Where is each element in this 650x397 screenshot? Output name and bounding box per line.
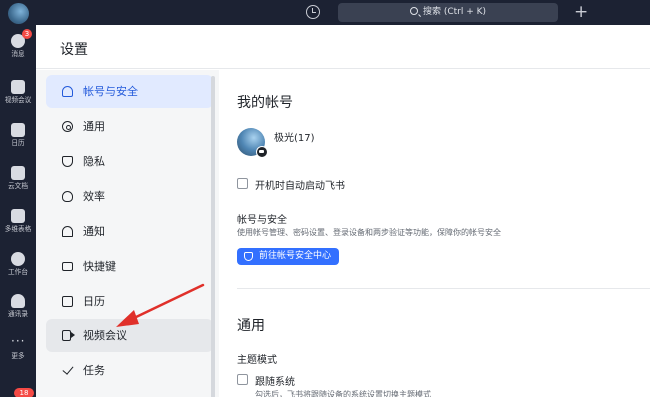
security-center-button[interactable]: 前往帐号安全中心 [237, 248, 340, 265]
sidebar-item-notifications[interactable]: 通知 [46, 215, 213, 248]
security-center-button-label: 前往帐号安全中心 [259, 251, 332, 261]
security-description: 使用帐号管理、密码设置、登录设备和两步验证等功能，保障你的帐号安全 [237, 228, 501, 237]
calendar-icon [11, 123, 25, 137]
settings-sidebar: 帐号与安全 通用 隐私 效率 通知 快捷键 日历 视频会议 任务 [36, 70, 219, 397]
shield-icon [244, 252, 253, 261]
sidebar-item-efficiency[interactable]: 效率 [46, 180, 213, 213]
rail-label: 云文档 [8, 182, 28, 190]
rail-item-base[interactable]: 多维表格 [0, 209, 36, 234]
rail-item-contacts[interactable]: 通讯录 [0, 294, 36, 319]
check-icon [62, 363, 74, 375]
settings-content: 我的帐号 极光(17) 开机时自动启动飞书 帐号与安全 使用帐号管理、密码设置、… [219, 70, 650, 397]
grid-icon [11, 252, 25, 266]
security-title: 帐号与安全 [237, 215, 287, 226]
top-bar: 搜索 (Ctrl + K) + [36, 0, 650, 25]
sidebar-item-privacy[interactable]: 隐私 [46, 145, 213, 178]
rail-label: 通讯录 [8, 310, 28, 318]
divider [237, 288, 650, 289]
rail-label: 更多 [11, 352, 25, 360]
avatar[interactable] [8, 3, 29, 24]
rail-label: 多维表格 [4, 225, 32, 233]
username: 极光(17) [274, 133, 315, 144]
theme-title: 主题模式 [237, 355, 277, 366]
rail-item-docs[interactable]: 云文档 [0, 166, 36, 191]
rail-label: 视频会议 [4, 96, 32, 104]
sidebar-item-label: 通知 [83, 225, 105, 238]
gear-icon [62, 121, 73, 132]
rail-item-messages[interactable]: 3 消息 [0, 29, 36, 59]
sidebar-item-label: 通用 [83, 120, 105, 133]
contacts-icon [11, 294, 25, 308]
sidebar-item-label: 隐私 [83, 155, 105, 168]
sidebar-item-label: 日历 [83, 295, 105, 308]
video-icon [62, 330, 75, 341]
left-rail: 3 消息 视频会议 日历 云文档 多维表格 工作台 通讯录 ··· 更多 18 [0, 0, 36, 397]
rail-item-calendar[interactable]: 日历 [0, 123, 36, 148]
settings-header: 设置 [36, 25, 650, 69]
user-icon [62, 86, 73, 97]
sidebar-item-label: 快捷键 [83, 260, 116, 273]
follow-system-label: 跟随系统 [255, 377, 295, 388]
rail-item-more[interactable]: ··· 更多 [0, 334, 36, 361]
sidebar-item-label: 效率 [83, 190, 105, 203]
table-icon [11, 209, 25, 223]
rail-label: 日历 [11, 139, 25, 147]
follow-system-checkbox[interactable] [237, 374, 248, 385]
sidebar-item-calendar[interactable]: 日历 [46, 285, 213, 318]
autostart-checkbox[interactable] [237, 178, 248, 189]
rail-item-workplace[interactable]: 工作台 [0, 252, 36, 277]
rail-label: 消息 [11, 50, 25, 58]
shield-icon [62, 156, 73, 167]
sidebar-scrollbar[interactable] [211, 76, 215, 397]
section-title-general: 通用 [237, 318, 265, 334]
video-icon [11, 80, 25, 94]
calendar-icon [62, 296, 73, 307]
chat-icon: 3 [11, 29, 32, 48]
camera-icon[interactable] [256, 146, 268, 158]
autostart-label: 开机时自动启动飞书 [255, 181, 345, 192]
more-icon: ··· [11, 334, 26, 348]
keyboard-icon [62, 262, 73, 271]
sidebar-item-label: 任务 [83, 364, 105, 377]
sidebar-item-video-meeting[interactable]: 视频会议 [46, 319, 213, 352]
history-icon[interactable] [306, 5, 320, 19]
search-input[interactable]: 搜索 (Ctrl + K) [338, 3, 558, 22]
follow-system-description: 勾选后，飞书将跟随设备的系统设置切换主题模式 [255, 390, 431, 397]
bulb-icon [62, 191, 73, 202]
doc-icon [11, 166, 25, 180]
bottom-badge: 18 [14, 388, 34, 397]
sidebar-item-label: 视频会议 [83, 329, 127, 342]
sidebar-item-general[interactable]: 通用 [46, 110, 213, 143]
page-title: 设置 [60, 42, 88, 58]
rail-item-video[interactable]: 视频会议 [0, 80, 36, 105]
add-button[interactable]: + [574, 2, 588, 22]
sidebar-item-shortcuts[interactable]: 快捷键 [46, 250, 213, 283]
unread-badge: 3 [22, 29, 32, 39]
sidebar-item-account[interactable]: 帐号与安全 [46, 75, 213, 108]
search-placeholder: 搜索 (Ctrl + K) [422, 7, 487, 17]
sidebar-item-label: 帐号与安全 [83, 85, 138, 98]
bell-icon [62, 226, 73, 237]
section-title-account: 我的帐号 [237, 95, 293, 111]
sidebar-item-tasks[interactable]: 任务 [46, 354, 213, 387]
rail-label: 工作台 [8, 268, 28, 276]
search-icon [409, 7, 418, 15]
